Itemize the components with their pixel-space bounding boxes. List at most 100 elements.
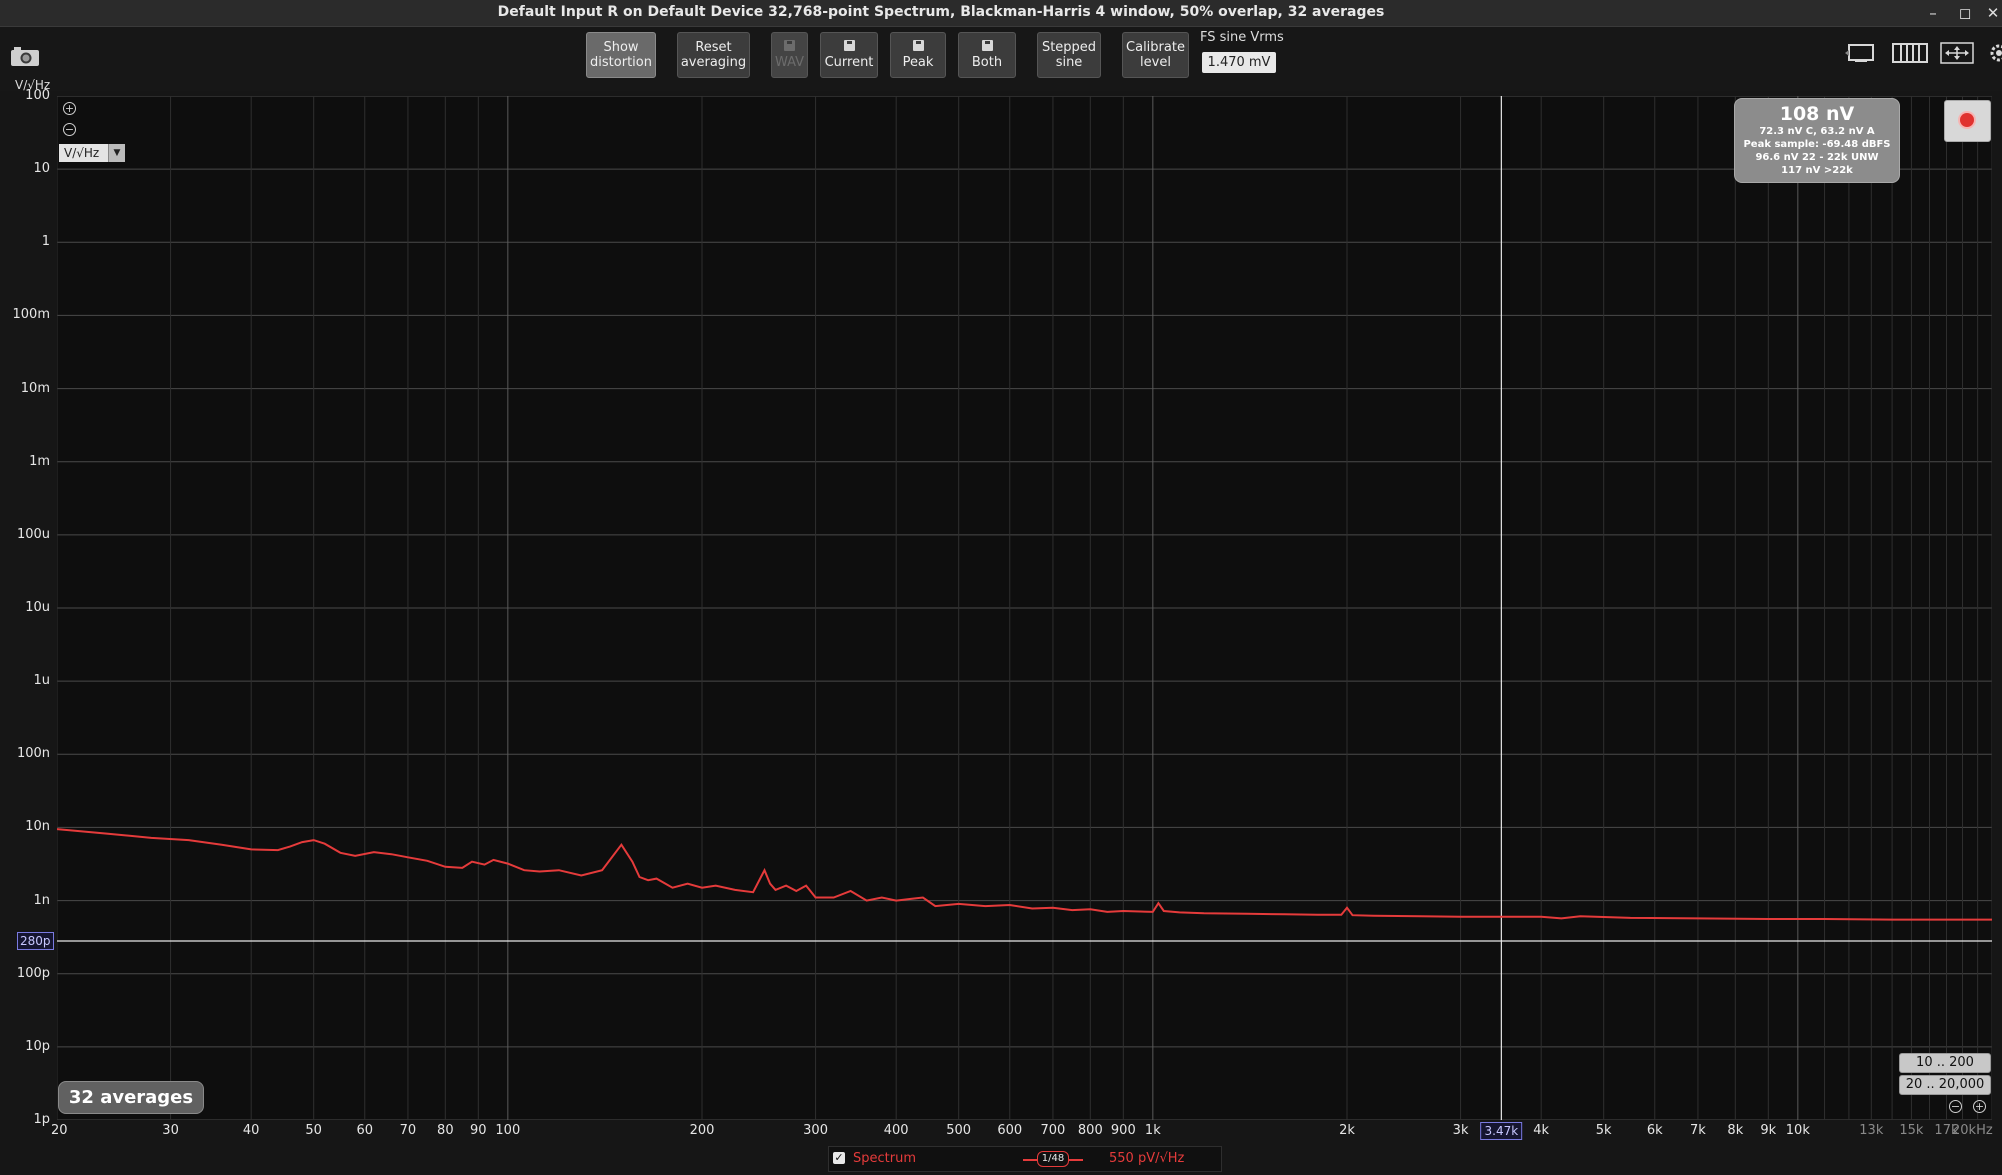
camera-icon[interactable] xyxy=(10,45,40,67)
x-tick-label: 70 xyxy=(399,1123,417,1138)
x-tick-label: 400 xyxy=(883,1123,909,1138)
stepped-sine-button[interactable]: Stepped sine xyxy=(1037,32,1101,78)
range-button-10-200[interactable]: 10 .. 200 xyxy=(1899,1053,1991,1073)
x-tick-label: 800 xyxy=(1077,1123,1103,1138)
reset-averaging-button[interactable]: Reset averaging xyxy=(677,32,750,78)
save-both-button[interactable]: Both xyxy=(958,32,1016,78)
x-tick-label: 13k xyxy=(1859,1123,1884,1138)
range-button-20-20000[interactable]: 20 .. 20,000 xyxy=(1899,1075,1991,1095)
spectrum-checkbox[interactable]: ✓ xyxy=(833,1152,845,1164)
y-tick-label: 1u xyxy=(33,673,50,689)
save-current-label: Current xyxy=(824,55,874,70)
x-tick-label: 500 xyxy=(946,1123,972,1138)
show-distortion-button[interactable]: Show distortion xyxy=(586,32,656,78)
x-tick-label: 40 xyxy=(242,1123,260,1138)
save-icon xyxy=(981,40,993,51)
x-tick-label: 900 xyxy=(1110,1123,1136,1138)
x-tick-label: 200 xyxy=(689,1123,715,1138)
level-readout[interactable]: 108 nV 72.3 nV C, 63.2 nV A Peak sample:… xyxy=(1734,98,1900,183)
x-tick-label: 10k xyxy=(1785,1123,1810,1138)
smoothing-badge[interactable]: 1/48 xyxy=(1037,1151,1069,1167)
y-tick-label: 100n xyxy=(16,746,50,762)
save-icon xyxy=(784,40,795,51)
save-wav-button[interactable]: WAV xyxy=(771,32,808,78)
x-tick-label: 90 xyxy=(470,1123,487,1138)
stepped-sine-label-1: Stepped xyxy=(1041,40,1097,55)
split-view-icon[interactable] xyxy=(1892,42,1928,64)
calibrate-level-button[interactable]: Calibrate level xyxy=(1122,32,1189,78)
y-tick-label: 10p xyxy=(25,1038,50,1054)
averages-badge: 32 averages xyxy=(58,1081,204,1114)
x-tick-label: 50 xyxy=(305,1123,322,1138)
title-bar: Default Input R on Default Device 32,768… xyxy=(0,0,2002,27)
legend-line-left xyxy=(1023,1159,1037,1161)
x-tick-label: 20 xyxy=(51,1123,68,1138)
save-wav-label: WAV xyxy=(774,55,805,70)
level-main: 108 nV xyxy=(1779,103,1855,125)
save-peak-label: Peak xyxy=(902,55,934,70)
y-tick-label: 1m xyxy=(29,453,50,469)
single-view-icon[interactable] xyxy=(1845,42,1877,64)
y-tick-label: 1n xyxy=(33,892,50,908)
x-tick-label: 80 xyxy=(437,1123,454,1138)
y-tick-label: 100p xyxy=(16,965,50,981)
save-icon xyxy=(912,40,924,51)
legend-line-right xyxy=(1069,1159,1083,1161)
x-tick-label: 3k xyxy=(1452,1123,1469,1138)
record-icon xyxy=(1960,113,1974,127)
y-tick-label: 100m xyxy=(12,307,50,323)
x-zoom-out-icon[interactable]: − xyxy=(1949,1100,1962,1113)
legend-value: 550 pV/√Hz xyxy=(1109,1151,1185,1166)
reset-averaging-label-2: averaging xyxy=(680,55,747,70)
x-zoom-in-icon[interactable]: + xyxy=(1973,1100,1986,1113)
gear-icon[interactable] xyxy=(1988,42,2002,64)
show-distortion-label-1: Show xyxy=(603,40,639,55)
chevron-down-icon: ▼ xyxy=(108,144,125,162)
x-tick-label: 2k xyxy=(1339,1123,1355,1138)
window-title: Default Input R on Default Device 32,768… xyxy=(497,4,1385,20)
y-tick-label: 1 xyxy=(41,234,50,250)
close-icon[interactable]: ✕ xyxy=(1980,2,2002,24)
x-tick-label: 20kHz xyxy=(1952,1123,1993,1138)
x-tick-label: 15k xyxy=(1899,1123,1924,1138)
show-distortion-label-2: distortion xyxy=(590,55,652,70)
y-tick-label: 10n xyxy=(25,819,50,835)
stepped-sine-label-2: sine xyxy=(1055,55,1083,70)
save-current-button[interactable]: Current xyxy=(820,32,878,78)
zoom-out-icon[interactable]: − xyxy=(63,123,76,136)
x-tick-label: 8k xyxy=(1727,1123,1744,1138)
calibrate-level-label-2: level xyxy=(1140,55,1171,70)
fs-sine-value[interactable]: 1.470 mV xyxy=(1202,52,1276,73)
save-peak-button[interactable]: Peak xyxy=(890,32,946,78)
save-both-label: Both xyxy=(971,55,1003,70)
toolbar: Show distortion Reset averaging WAV Curr… xyxy=(0,27,2002,91)
y-tick-label: 1p xyxy=(33,1112,50,1127)
record-button[interactable] xyxy=(1944,100,1991,142)
fs-sine-label: FS sine Vrms xyxy=(1200,30,1284,45)
unit-select[interactable]: V/√Hz ▼ xyxy=(59,144,125,162)
x-tick-label: 100 xyxy=(495,1123,521,1138)
level-line-4: 117 nV >22k xyxy=(1781,165,1853,176)
x-tick-label: 9k xyxy=(1760,1123,1777,1138)
unit-select-value: V/√Hz xyxy=(64,146,100,160)
x-tick-label: 700 xyxy=(1040,1123,1066,1138)
x-marker-readout: 3.47k xyxy=(1480,1122,1523,1140)
maximize-icon[interactable]: ◻ xyxy=(1952,2,1978,24)
calibrate-level-label-1: Calibrate xyxy=(1126,40,1185,55)
y-tick-label: 100u xyxy=(16,526,50,542)
reset-averaging-label-1: Reset xyxy=(695,40,732,55)
series-line-spectrum xyxy=(57,828,1992,921)
minimize-icon[interactable]: – xyxy=(1920,2,1946,24)
zoom-in-icon[interactable]: + xyxy=(63,102,76,115)
plot-area[interactable] xyxy=(57,96,1992,1120)
x-tick-label: 30 xyxy=(162,1123,179,1138)
y-tick-label: 10u xyxy=(25,600,50,615)
level-line-1: 72.3 nV C, 63.2 nV A xyxy=(1759,126,1875,137)
x-tick-label: 60 xyxy=(356,1123,374,1138)
legend-series-name: Spectrum xyxy=(853,1151,916,1166)
x-tick-label: 7k xyxy=(1690,1123,1706,1138)
fullscreen-icon[interactable] xyxy=(1940,42,1974,64)
legend: ✓ Spectrum 1/48 550 pV/√Hz xyxy=(828,1146,1222,1172)
x-tick-label: 6k xyxy=(1646,1123,1663,1138)
spectrum-chart xyxy=(57,96,1992,1120)
